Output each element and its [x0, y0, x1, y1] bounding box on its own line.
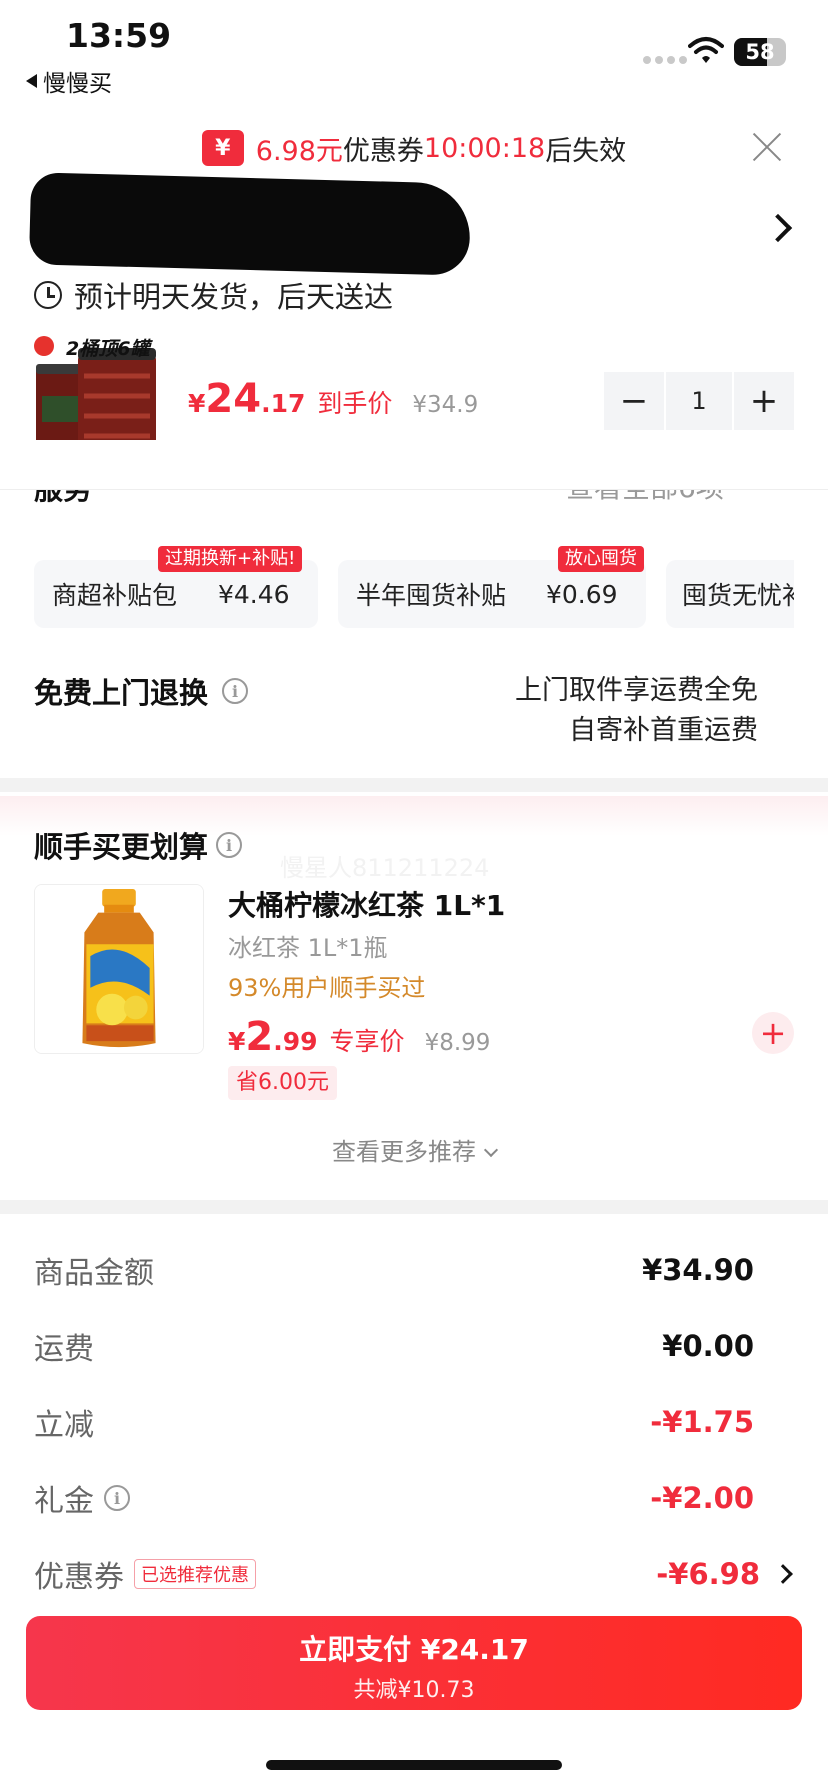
- watermark-text: 慢星人811211224: [280, 854, 490, 882]
- price-decimal: .17: [261, 389, 306, 418]
- back-to-app-link[interactable]: 慢慢买: [26, 64, 112, 98]
- product-price: ¥ 24 .17 到手价 ¥34.9: [188, 376, 478, 422]
- section-divider: [0, 1200, 828, 1214]
- more-recommendations-link[interactable]: 查看更多推荐: [0, 1132, 828, 1167]
- decrease-button[interactable]: −: [604, 372, 664, 430]
- price-integer: 24: [205, 376, 262, 422]
- clock-icon: [34, 281, 62, 309]
- addon-title-text: 顺手买更划算: [34, 830, 209, 864]
- tea-product-image[interactable]: [34, 884, 204, 1054]
- info-icon[interactable]: i: [222, 678, 249, 704]
- section-divider: [0, 778, 828, 792]
- info-icon[interactable]: i: [216, 832, 243, 858]
- addon-item-popularity: 93%用户顺手买过: [228, 974, 426, 1002]
- price-label: 专享价: [329, 1027, 405, 1056]
- recommended-badge: 已选推荐优惠: [134, 1559, 256, 1589]
- back-app-label: 慢慢买: [43, 71, 112, 97]
- free-return-line2: 自寄补首重运费: [569, 715, 758, 746]
- pay-button-label: 立即支付 ¥24.17: [299, 1633, 529, 1666]
- shipping-estimate: 预计明天发货，后天送达: [34, 274, 393, 316]
- chevron-right-icon[interactable]: [773, 1564, 793, 1584]
- summary-row-goods: 商品金额 ¥34.90: [34, 1248, 754, 1292]
- chevron-right-icon[interactable]: [763, 213, 793, 243]
- summary-row-shipping: 运费 ¥0.00: [34, 1324, 754, 1368]
- summary-row-gift: 礼金 i -¥2.00: [34, 1476, 754, 1520]
- price-label: 到手价: [317, 389, 393, 418]
- price-integer: 2: [245, 1014, 274, 1060]
- free-return-row: 免费上门退换 i: [34, 670, 249, 712]
- summary-label-wrap: 礼金 i: [34, 1476, 130, 1520]
- status-time: 13:59: [66, 16, 172, 55]
- address-redacted[interactable]: [28, 172, 472, 276]
- add-to-order-button[interactable]: +: [752, 1012, 794, 1054]
- addon-item-price: ¥ 2 .99 专享价 ¥8.99: [228, 1014, 490, 1060]
- summary-row-coupon[interactable]: 优惠券 已选推荐优惠 -¥6.98: [34, 1552, 793, 1596]
- service-card-label: 半年囤货补贴: [356, 581, 507, 610]
- original-price: ¥34.9: [412, 392, 479, 418]
- free-return-title: 免费上门退换: [34, 676, 209, 710]
- quantity-value[interactable]: 1: [666, 372, 732, 430]
- summary-value: -¥6.98: [656, 1557, 760, 1591]
- summary-row-discount: 立减 -¥1.75: [34, 1400, 754, 1444]
- product-promo-tag: 2桶顶6罐: [66, 338, 150, 360]
- coupon-label: 优惠券: [342, 135, 424, 167]
- service-card-label: 囤货无忧补: [682, 581, 794, 610]
- price-currency: ¥: [228, 1027, 246, 1056]
- divider: [0, 489, 828, 490]
- summary-value: -¥1.75: [650, 1405, 754, 1439]
- coupon-countdown-bar: ¥ 6.98元 优惠券 10:00:18 后失效: [0, 120, 828, 176]
- battery-icon: 58: [734, 38, 786, 66]
- pay-button-savings: 共减¥10.73: [353, 1678, 475, 1703]
- original-price: ¥8.99: [424, 1030, 491, 1056]
- addon-item-name[interactable]: 大桶柠檬冰红茶 1L*1: [228, 884, 505, 924]
- summary-label: 立减: [34, 1408, 94, 1443]
- summary-value: ¥0.00: [662, 1329, 754, 1363]
- summary-value-wrap: -¥6.98: [656, 1557, 793, 1591]
- service-card-subsidy[interactable]: 商超补贴包 ¥4.46 过期换新+补贴!: [34, 546, 318, 628]
- increase-button[interactable]: +: [734, 372, 794, 430]
- shipping-text: 预计明天发货，后天送达: [74, 280, 394, 314]
- summary-label: 运费: [34, 1332, 94, 1367]
- addon-item-spec: 冰红茶 1L*1瓶: [228, 934, 388, 962]
- back-triangle-icon: [26, 74, 37, 88]
- close-icon[interactable]: [750, 130, 784, 164]
- more-rec-label: 查看更多推荐: [332, 1138, 476, 1166]
- coupon-icon: ¥: [201, 130, 244, 166]
- summary-label: 礼金: [34, 1484, 94, 1519]
- addon-section-title: 顺手买更划算 i: [34, 824, 243, 866]
- summary-value: ¥34.90: [642, 1253, 754, 1287]
- coupon-amount: 6.98元: [255, 135, 343, 167]
- coupon-expire-text: 后失效: [545, 135, 627, 167]
- chevron-down-icon: [483, 1142, 499, 1158]
- summary-value: -¥2.00: [650, 1481, 754, 1515]
- service-card-label: 商超补贴包: [52, 581, 178, 610]
- service-card-badge: 放心囤货: [558, 546, 644, 572]
- summary-label: 优惠券: [34, 1560, 124, 1595]
- free-return-line1: 上门取件享运费全免: [515, 675, 758, 706]
- price-currency: ¥: [188, 389, 206, 418]
- pay-now-button[interactable]: 立即支付 ¥24.17 共减¥10.73: [26, 1616, 802, 1710]
- summary-label-wrap: 优惠券 已选推荐优惠: [34, 1552, 256, 1596]
- home-indicator[interactable]: [266, 1760, 562, 1770]
- savings-badge: 省6.00元: [228, 1066, 337, 1100]
- service-card-badge: 过期换新+补贴!: [158, 546, 303, 572]
- service-card-stock-subsidy[interactable]: 半年囤货补贴 ¥0.69 放心囤货: [338, 546, 646, 628]
- battery-level: 58: [745, 40, 775, 64]
- summary-label: 商品金额: [34, 1256, 154, 1291]
- price-decimal: .99: [273, 1027, 318, 1056]
- wifi-icon: [688, 37, 724, 63]
- coupon-countdown: 10:00:18: [423, 132, 546, 164]
- service-card-amount: ¥0.69: [546, 579, 618, 609]
- service-card-amount: ¥4.46: [218, 579, 290, 609]
- info-icon[interactable]: i: [104, 1485, 130, 1511]
- sticky-header-mask: [0, 440, 828, 490]
- quantity-stepper[interactable]: − 1 +: [604, 372, 794, 430]
- service-card-worry-free[interactable]: 囤货无忧补: [666, 560, 794, 628]
- signal-icon: [643, 56, 687, 64]
